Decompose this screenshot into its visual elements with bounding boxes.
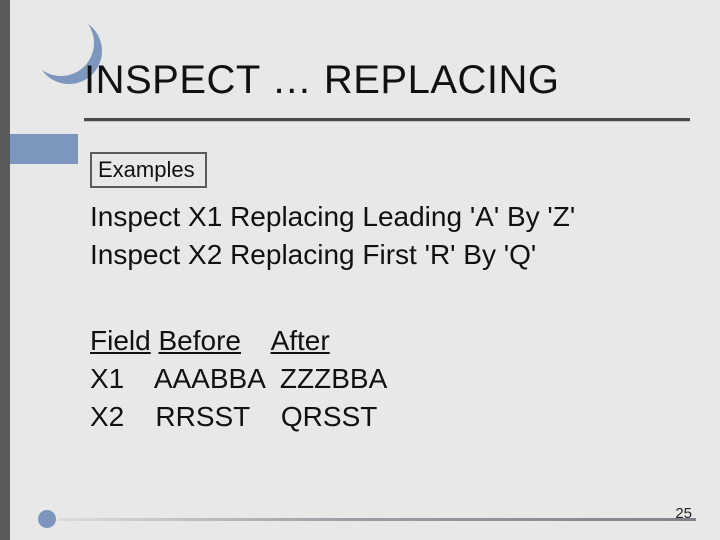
result-table: Field Before After X1 AAABBA ZZZBBA X2 R… bbox=[90, 322, 387, 435]
code-line: Inspect X2 Replacing First 'R' By 'Q' bbox=[90, 236, 575, 274]
cell-field: X1 bbox=[90, 363, 124, 394]
accent-band bbox=[10, 134, 78, 164]
code-example-block: Inspect X1 Replacing Leading 'A' By 'Z' … bbox=[90, 198, 575, 274]
cell-field: X2 bbox=[90, 401, 124, 432]
cell-after: ZZZBBA bbox=[280, 363, 387, 394]
slide-title: INSPECT … REPLACING bbox=[84, 58, 560, 103]
title-underline-shadow bbox=[84, 121, 690, 122]
table-header-row: Field Before After bbox=[90, 322, 387, 360]
cell-after: QRSST bbox=[281, 401, 377, 432]
footer-bullet-icon bbox=[38, 510, 56, 528]
table-row: X2 RRSST QRSST bbox=[90, 398, 387, 436]
header-field: Field bbox=[90, 325, 151, 356]
cell-before: AAABBA bbox=[154, 363, 265, 394]
header-after: After bbox=[271, 325, 330, 356]
footer-divider bbox=[58, 518, 696, 521]
left-margin-strip bbox=[0, 0, 10, 540]
slide: INSPECT … REPLACING Examples Inspect X1 … bbox=[0, 0, 720, 540]
cell-before: RRSST bbox=[155, 401, 249, 432]
examples-label-box: Examples bbox=[90, 152, 207, 188]
table-row: X1 AAABBA ZZZBBA bbox=[90, 360, 387, 398]
code-line: Inspect X1 Replacing Leading 'A' By 'Z' bbox=[90, 198, 575, 236]
slide-number: 25 bbox=[675, 505, 692, 522]
header-before: Before bbox=[158, 325, 241, 356]
